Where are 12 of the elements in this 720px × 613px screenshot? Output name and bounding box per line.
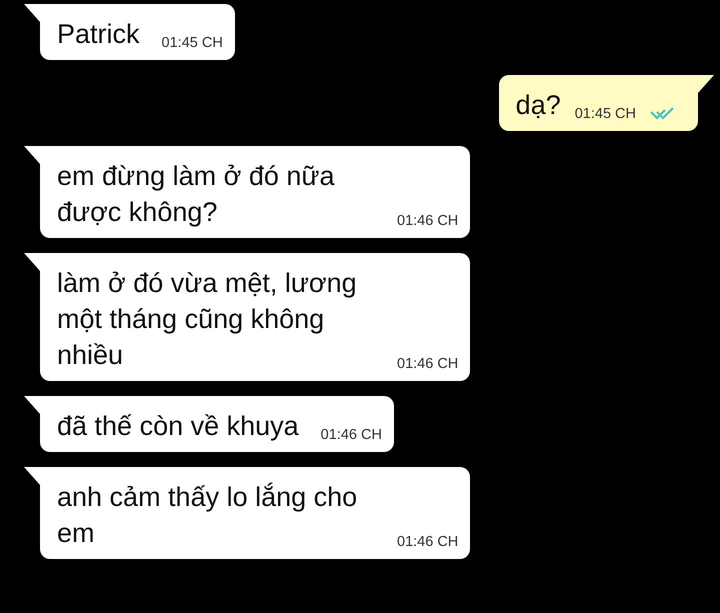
message-text: anh cảm thấy lo lắng cho em [57, 481, 358, 550]
message-text: Patrick [57, 18, 140, 51]
message-text: em đừng làm ở đó nữa được không? [57, 160, 336, 229]
message-text: đã thế còn về khuya [57, 410, 299, 443]
message-time: 01:46 CH [320, 426, 382, 444]
message-text: làm ở đó vừa mệt, lương một tháng cũng không nhiều [57, 267, 358, 372]
message-time: 01:45 CH [574, 105, 636, 123]
message-text: dạ? [516, 89, 561, 122]
message-time: 01:46 CH [397, 533, 458, 551]
message-time: 01:46 CH [397, 355, 458, 373]
message-time: 01:45 CH [162, 34, 223, 52]
message-time: 01:46 CH [397, 212, 458, 230]
